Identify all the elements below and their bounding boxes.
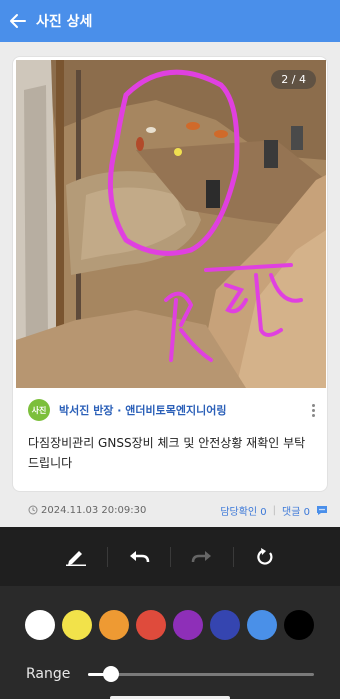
- clock-icon: [28, 505, 38, 515]
- color-swatch[interactable]: [284, 610, 314, 640]
- meta-separator: |: [272, 504, 277, 516]
- pen-icon: [65, 550, 86, 566]
- color-swatch[interactable]: [173, 610, 203, 640]
- color-swatch[interactable]: [136, 610, 166, 640]
- color-swatch[interactable]: [210, 610, 240, 640]
- range-label: Range: [26, 666, 71, 682]
- page-indicator: 2 / 4: [271, 70, 316, 89]
- timestamp-text: 2024.11.03 20:09:30: [41, 504, 147, 516]
- undo-icon: [129, 550, 149, 562]
- color-swatches: [25, 610, 314, 640]
- post-meta: 2024.11.03 20:09:30 담당확인 0 | 댓글 0: [28, 502, 328, 518]
- undo-button[interactable]: [108, 542, 170, 572]
- color-swatch[interactable]: [25, 610, 55, 640]
- comment-bubble-icon[interactable]: [316, 505, 328, 516]
- timestamp: 2024.11.03 20:09:30: [28, 505, 146, 516]
- reset-button[interactable]: [234, 542, 296, 572]
- color-swatch[interactable]: [247, 610, 277, 640]
- page-title: 사진 상세: [36, 14, 93, 30]
- app-header: 사진 상세: [0, 0, 340, 42]
- author-name[interactable]: 박서진 반장 · 앤더비토목엔지니어링: [59, 402, 307, 418]
- more-dot-icon: [311, 403, 315, 407]
- back-button[interactable]: [0, 0, 36, 42]
- range-slider-thumb[interactable]: [102, 666, 119, 682]
- redo-icon: [191, 550, 211, 562]
- more-options-button[interactable]: [307, 400, 319, 420]
- construction-site-photo: [16, 60, 326, 388]
- more-dot-icon: [311, 413, 315, 417]
- redo-button[interactable]: [171, 542, 233, 572]
- color-swatch[interactable]: [62, 610, 92, 640]
- reset-icon: [256, 547, 272, 565]
- range-slider[interactable]: [88, 673, 314, 676]
- confirm-link[interactable]: 담당확인 0: [220, 503, 266, 518]
- photo-viewer[interactable]: 2 / 4: [16, 60, 326, 388]
- color-palette-panel: Range: [0, 586, 340, 699]
- pen-button[interactable]: [45, 542, 107, 572]
- draw-toolbar: [0, 527, 340, 586]
- photo-card: 2 / 4 사진 박서진 반장 · 앤더비토목엔지니어링 다짐장비관리 GNSS…: [12, 56, 328, 492]
- back-arrow-icon: [10, 14, 26, 28]
- author-row: 사진 박서진 반장 · 앤더비토목엔지니어링: [28, 399, 319, 421]
- post-content: 다짐장비관리 GNSS장비 체크 및 안전상황 재확인 부탁드립니다: [28, 436, 306, 470]
- comment-link[interactable]: 댓글 0: [282, 503, 310, 518]
- avatar: 사진: [28, 399, 50, 421]
- more-dot-icon: [311, 408, 315, 412]
- color-swatch[interactable]: [99, 610, 129, 640]
